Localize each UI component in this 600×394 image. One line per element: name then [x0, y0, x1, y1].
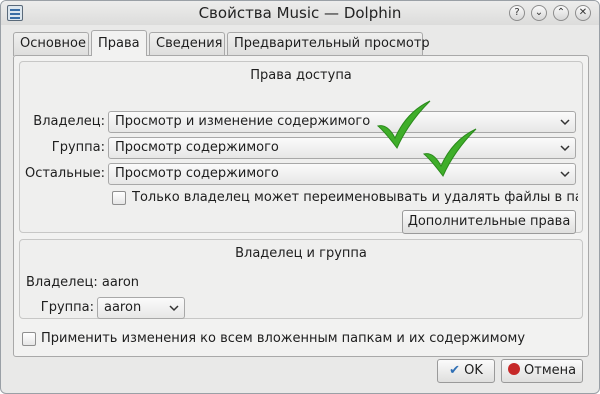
close-button[interactable]: ✕: [575, 5, 591, 21]
group-owner-combo[interactable]: aaron: [97, 297, 185, 319]
tab-details[interactable]: Сведения: [149, 32, 225, 56]
cancel-label: Отмена: [524, 363, 577, 378]
tab-permissions[interactable]: Права: [91, 30, 147, 56]
chevron-down-icon: [169, 305, 179, 312]
chevron-down-icon: [560, 171, 570, 178]
advanced-permissions-button[interactable]: Дополнительные права: [402, 210, 576, 234]
owner-permission-combo[interactable]: Просмотр и изменение содержимого: [108, 111, 576, 133]
owner-group-group: Владелец и группа Владелец: aaron Группа…: [19, 239, 583, 319]
tab-preview[interactable]: Предварительный просмотр: [227, 32, 430, 56]
others-label: Остальные:: [24, 166, 105, 181]
owner-group-title: Владелец и группа: [235, 246, 367, 261]
permissions-panel: Права доступа Владелец: Просмотр и измен…: [13, 55, 589, 357]
ok-label: OK: [464, 363, 483, 378]
only-owner-rename-label[interactable]: Только владелец может переименовывать и …: [132, 190, 578, 205]
others-permission-value: Просмотр содержимого: [115, 166, 279, 181]
group-owner-label: Группа:: [40, 300, 94, 315]
owner-label: Владелец:: [33, 114, 105, 129]
access-rights-group: Права доступа Владелец: Просмотр и измен…: [19, 61, 583, 234]
cancel-button[interactable]: Отмена: [501, 359, 583, 383]
others-permission-combo[interactable]: Просмотр содержимого: [108, 163, 576, 185]
only-owner-rename-checkbox[interactable]: [112, 191, 126, 205]
owner-name-text: Владелец: aaron: [26, 275, 140, 290]
apply-recursive-checkbox[interactable]: [22, 332, 36, 346]
access-rights-title: Права доступа: [250, 68, 352, 83]
advanced-permissions-label: Дополнительные права: [407, 214, 571, 229]
group-owner-value: aaron: [104, 300, 142, 315]
group-permission-combo[interactable]: Просмотр содержимого: [108, 137, 576, 159]
help-button[interactable]: ?: [509, 5, 525, 21]
owner-permission-value: Просмотр и изменение содержимого: [115, 114, 371, 129]
cancel-icon: [507, 363, 520, 375]
green-checkmark-icon: [422, 128, 477, 177]
chevron-down-icon: [560, 145, 570, 152]
chevron-down-icon: [560, 119, 570, 126]
properties-dialog: Свойства Music — Dolphin ? ⌄ ⌃ ✕ Основно…: [0, 0, 600, 394]
minimize-button[interactable]: ⌄: [531, 5, 547, 21]
ok-button[interactable]: ✔ OK: [437, 359, 495, 383]
group-permission-value: Просмотр содержимого: [115, 140, 279, 155]
title-bar[interactable]: Свойства Music — Dolphin ? ⌄ ⌃ ✕: [1, 1, 599, 25]
group-label: Группа:: [51, 140, 105, 155]
maximize-button[interactable]: ⌃: [553, 5, 569, 21]
tab-general[interactable]: Основное: [13, 32, 89, 56]
apply-recursive-label[interactable]: Применить изменения ко всем вложенным па…: [41, 331, 525, 346]
ok-check-icon: ✔: [449, 363, 460, 378]
